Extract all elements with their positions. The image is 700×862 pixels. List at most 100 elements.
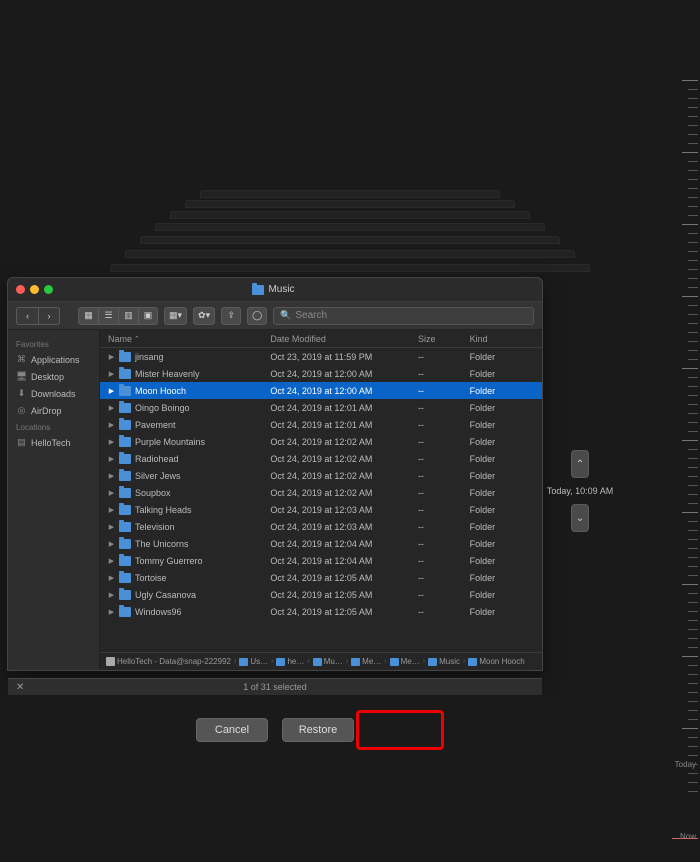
disclosure-icon[interactable]: ▶	[108, 370, 115, 378]
sidebar-item-desktop[interactable]: 🖥Desktop	[12, 368, 95, 385]
back-button[interactable]: ‹	[16, 307, 38, 325]
restore-button[interactable]: Restore	[282, 718, 354, 742]
timeline-tick	[688, 341, 698, 342]
folder-icon	[119, 556, 131, 566]
timeline-tick	[688, 773, 698, 774]
timeline-tick	[688, 701, 698, 702]
folder-icon	[119, 573, 131, 583]
sidebar-item-applications[interactable]: ⌘Applications	[12, 351, 95, 368]
table-row[interactable]: ▶Tommy GuerreroOct 24, 2019 at 12:04 AM-…	[100, 552, 542, 569]
folder-icon	[119, 437, 131, 447]
disclosure-icon[interactable]: ▶	[108, 387, 115, 395]
row-kind: Folder	[470, 369, 536, 379]
zoom-icon[interactable]	[44, 285, 53, 294]
path-segment[interactable]: Us…	[239, 657, 268, 666]
table-row[interactable]: ▶Silver JewsOct 24, 2019 at 12:02 AM--Fo…	[100, 467, 542, 484]
disclosure-icon[interactable]: ▶	[108, 540, 115, 548]
minimize-icon[interactable]	[30, 285, 39, 294]
disclosure-icon[interactable]: ▶	[108, 472, 115, 480]
disclosure-icon[interactable]: ▶	[108, 523, 115, 531]
disclosure-icon[interactable]: ▶	[108, 608, 115, 616]
titlebar[interactable]: Music	[8, 278, 542, 302]
timeline-down-button[interactable]: ⌄	[571, 504, 589, 532]
timeline-tick	[688, 134, 698, 135]
cancel-button[interactable]: Cancel	[196, 718, 268, 742]
row-kind: Folder	[470, 437, 536, 447]
table-row[interactable]: ▶TortoiseOct 24, 2019 at 12:05 AM--Folde…	[100, 569, 542, 586]
forward-button[interactable]: ›	[38, 307, 60, 325]
timeline-up-button[interactable]: ⌃	[571, 450, 589, 478]
disclosure-icon[interactable]: ▶	[108, 591, 115, 599]
sidebar-item-airdrop[interactable]: ◎AirDrop	[12, 402, 95, 419]
row-kind: Folder	[470, 539, 536, 549]
row-date: Oct 24, 2019 at 12:04 AM	[270, 539, 418, 549]
timeline-tick	[688, 593, 698, 594]
search-input[interactable]: 🔍 Search	[273, 307, 534, 325]
path-segment[interactable]: he…	[276, 657, 304, 666]
table-row[interactable]: ▶SoupboxOct 24, 2019 at 12:02 AM--Folder	[100, 484, 542, 501]
timeline-tick	[688, 206, 698, 207]
table-row[interactable]: ▶TelevisionOct 24, 2019 at 12:03 AM--Fol…	[100, 518, 542, 535]
icon-view-button[interactable]: ▦	[78, 307, 98, 325]
action-button[interactable]: ✿▾	[193, 307, 215, 325]
row-size: --	[418, 488, 470, 498]
disclosure-icon[interactable]: ▶	[108, 489, 115, 497]
disclosure-icon[interactable]: ▶	[108, 557, 115, 565]
table-row[interactable]: ▶The UnicornsOct 24, 2019 at 12:04 AM--F…	[100, 535, 542, 552]
disclosure-icon[interactable]: ▶	[108, 404, 115, 412]
path-segment[interactable]: HelloTech - Data@snap-222992	[106, 657, 231, 666]
path-segment[interactable]: Me…	[390, 657, 420, 666]
row-date: Oct 24, 2019 at 12:02 AM	[270, 471, 418, 481]
disclosure-icon[interactable]: ▶	[108, 421, 115, 429]
sidebar-item-hellotech[interactable]: ▤HelloTech	[12, 434, 95, 451]
path-bar[interactable]: HelloTech - Data@snap-222992›Us…›he…›Mu……	[100, 652, 542, 670]
table-row[interactable]: ▶PavementOct 24, 2019 at 12:01 AM--Folde…	[100, 416, 542, 433]
path-segment[interactable]: Moon Hooch	[468, 657, 524, 666]
nav-group: ‹ ›	[16, 307, 60, 325]
table-row[interactable]: ▶Windows96Oct 24, 2019 at 12:05 AM--Fold…	[100, 603, 542, 620]
table-row[interactable]: ▶Talking HeadsOct 24, 2019 at 12:03 AM--…	[100, 501, 542, 518]
table-row[interactable]: ▶Ugly CasanovaOct 24, 2019 at 12:05 AM--…	[100, 586, 542, 603]
table-row[interactable]: ▶RadioheadOct 24, 2019 at 12:02 AM--Fold…	[100, 450, 542, 467]
gallery-view-button[interactable]: ▣	[138, 307, 158, 325]
airdrop-icon: ◎	[16, 405, 27, 416]
timeline-tick	[688, 494, 698, 495]
disclosure-icon[interactable]: ▶	[108, 574, 115, 582]
row-size: --	[418, 437, 470, 447]
arrange-button[interactable]: ▦▾	[164, 307, 187, 325]
timeline-tick	[688, 107, 698, 108]
timeline-tick	[688, 665, 698, 666]
chevron-right-icon: ›	[234, 658, 236, 665]
timeline-now-label: Now	[680, 832, 696, 841]
row-kind: Folder	[470, 556, 536, 566]
list-view-button[interactable]: ☰	[98, 307, 118, 325]
table-row[interactable]: ▶jinsangOct 23, 2019 at 11:59 PM--Folder	[100, 348, 542, 365]
path-segment[interactable]: Music	[428, 657, 460, 666]
table-row[interactable]: ▶Mister HeavenlyOct 24, 2019 at 12:00 AM…	[100, 365, 542, 382]
table-row[interactable]: ▶Purple MountainsOct 24, 2019 at 12:02 A…	[100, 433, 542, 450]
disclosure-icon[interactable]: ▶	[108, 353, 115, 361]
close-icon[interactable]	[16, 285, 25, 294]
sidebar-item-downloads[interactable]: ⬇Downloads	[12, 385, 95, 402]
row-name: Mister Heavenly	[135, 369, 200, 379]
timeline-tick	[688, 476, 698, 477]
column-headers[interactable]: Name⌃ Date Modified Size Kind	[100, 330, 542, 348]
timeline[interactable]: Today Now	[670, 40, 700, 840]
share-button[interactable]: ⇪	[221, 307, 241, 325]
disclosure-icon[interactable]: ▶	[108, 506, 115, 514]
table-row[interactable]: ▶Oingo BoingoOct 24, 2019 at 12:01 AM--F…	[100, 399, 542, 416]
path-segment[interactable]: Mu…	[313, 657, 343, 666]
timeline-now-marker[interactable]	[672, 838, 698, 839]
row-kind: Folder	[470, 454, 536, 464]
timeline-tick	[688, 179, 698, 180]
timeline-tick	[682, 728, 698, 729]
close-status-icon[interactable]: ✕	[16, 682, 24, 693]
table-row[interactable]: ▶Moon HoochOct 24, 2019 at 12:00 AM--Fol…	[100, 382, 542, 399]
disclosure-icon[interactable]: ▶	[108, 438, 115, 446]
disclosure-icon[interactable]: ▶	[108, 455, 115, 463]
row-name: Soupbox	[135, 488, 171, 498]
column-view-button[interactable]: ▥	[118, 307, 138, 325]
path-segment[interactable]: Me…	[351, 657, 381, 666]
folder-icon	[119, 386, 131, 396]
tags-button[interactable]: ◯	[247, 307, 267, 325]
